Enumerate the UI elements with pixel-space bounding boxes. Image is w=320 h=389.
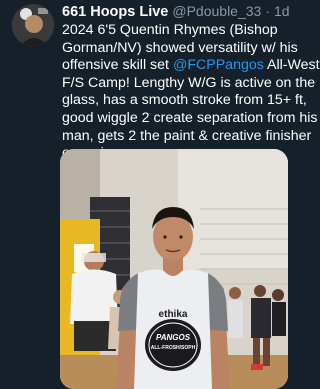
tweet-text-line: F/S Camp! Lengthy W/G is active on the [62, 74, 316, 91]
author-handle[interactable]: @Pdouble_33 [172, 3, 261, 19]
tweet-text: 2024 6'5 Quentin Rhymes (Bishop Gorman/N… [62, 22, 320, 163]
tweet-card[interactable]: 661 Hoops Live @Pdouble_33 · 1d 2024 6'5… [0, 0, 320, 389]
mention-link[interactable]: @FCPPangos [173, 57, 264, 73]
author-name[interactable]: 661 Hoops Live [62, 4, 168, 20]
tweet-text-line: man, gets 2 the paint & creative finishe… [62, 127, 312, 144]
tweet-photo[interactable]: ethika PANGOS ALL-FROSH/SOPH [60, 149, 288, 389]
tweet-text-line: Gorman/NV) showed versatility w/ his [62, 39, 298, 56]
tweet-text-fragment: offensive skill set [62, 57, 173, 74]
tweet-header: 661 Hoops Live @Pdouble_33 · 1d [62, 3, 294, 21]
separator-dot: · [265, 3, 270, 19]
avatar-image [12, 4, 54, 46]
tweet-text-fragment: All-West [263, 57, 320, 74]
jersey-brand-text: ethika [158, 309, 188, 320]
jersey-logo-bottom: ALL-FROSH/SOPH [150, 345, 196, 351]
tweet-text-line: 2024 6'5 Quentin Rhymes (Bishop [62, 22, 278, 38]
avatar[interactable] [12, 4, 54, 46]
jersey-logo-top: PANGOS [155, 333, 191, 342]
tweet-text-line: offensive skill set @FCPPangos All-West [62, 57, 320, 75]
tweet-text-line: glass, has a smooth stroke from 15+ ft, [62, 92, 307, 109]
tweet-timestamp[interactable]: 1d [274, 3, 290, 19]
tweet-text-line: good wiggle 2 create separation from his [62, 109, 318, 126]
gym-photo [60, 149, 288, 389]
